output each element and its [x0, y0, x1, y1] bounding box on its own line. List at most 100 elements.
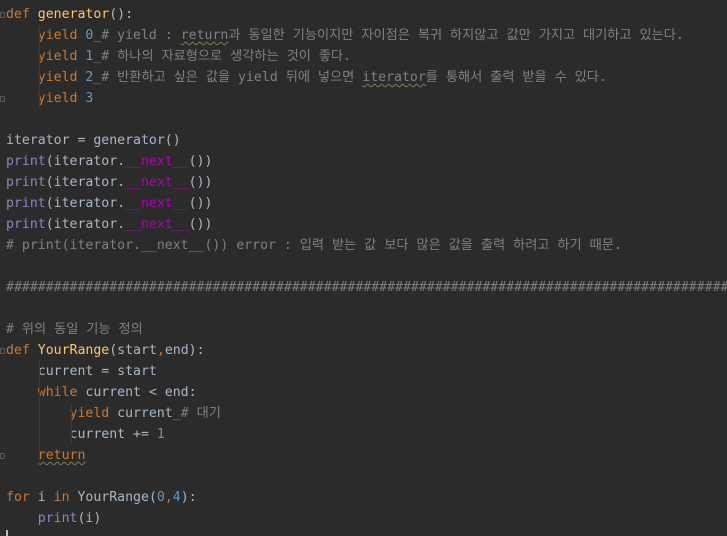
fold-marker-icon[interactable] [0, 453, 5, 459]
code-token: __next__ [125, 196, 189, 211]
code-token: print [6, 196, 46, 211]
code-token: current [117, 406, 173, 421]
code-token: 를 통해서 출력 받을 수 있다. [425, 70, 607, 85]
fold-marker-icon[interactable] [0, 96, 5, 102]
fold-marker-icon[interactable] [0, 348, 5, 354]
code-line[interactable]: print(iterator.__next__()) [6, 172, 727, 193]
code-token: return [180, 28, 229, 43]
code-token: ()) [188, 154, 213, 169]
code-editor[interactable]: def generator(): yield 0_# yield : retur… [0, 0, 727, 536]
code-token: yield [37, 91, 86, 106]
code-token: yield [37, 49, 86, 64]
code-token: , [156, 343, 165, 358]
indent-guide [71, 403, 72, 445]
code-token: YourRange( [77, 490, 157, 505]
code-line[interactable]: # print(iterator.__next__()) error : 입력 … [6, 235, 727, 256]
code-token: __next__ [125, 175, 189, 190]
code-token: _# yield : [93, 28, 181, 43]
code-token: 0 [156, 490, 165, 505]
code-token: iterator = generator() [6, 133, 181, 148]
code-token: ()) [188, 196, 213, 211]
code-token: def [6, 7, 38, 22]
code-token: (iterator. [45, 217, 126, 232]
code-token: (): [109, 7, 134, 22]
code-token: YourRange [37, 343, 110, 358]
code-token: _# 대기 [172, 406, 221, 421]
code-token: 4 [172, 490, 181, 505]
code-token: (iterator. [45, 196, 126, 211]
code-line[interactable]: iterator = generator() [6, 130, 727, 151]
code-line[interactable]: def YourRange(start,end): [6, 340, 727, 361]
code-token: , [164, 490, 173, 505]
code-line[interactable] [6, 256, 727, 277]
code-token: (start [109, 343, 157, 358]
code-token: (iterator. [45, 175, 126, 190]
code-token: in [53, 490, 78, 505]
code-token: _# 하나의 자료형으로 생각하는 것이 좋다. [93, 49, 351, 64]
code-token: 과 동일한 기능이지만 자이점은 복귀 하지않고 값만 가지고 대기하고 있는다… [228, 28, 684, 43]
code-token: # print(iterator.__next__()) error : 입력 … [6, 238, 622, 253]
code-line[interactable]: print(iterator.__next__()) [6, 214, 727, 235]
code-token: current += [6, 427, 157, 442]
code-line[interactable]: current += 1 [6, 424, 727, 445]
code-token: current = start [6, 364, 157, 379]
code-line[interactable]: yield 2_# 반환하고 싶은 값을 yield 뒤에 넣으면 iterat… [6, 67, 727, 88]
code-line[interactable]: yield 0_# yield : return과 동일한 기능이지만 자이점은… [6, 25, 727, 46]
code-token: return [37, 448, 86, 463]
indent-guide [39, 361, 40, 466]
code-token: print [6, 154, 46, 169]
code-line[interactable]: ########################################… [6, 277, 727, 298]
code-line[interactable]: print(iterator.__next__()) [6, 151, 727, 172]
text-caret [6, 530, 8, 536]
code-token: 3 [85, 91, 94, 106]
code-line[interactable]: return [6, 445, 727, 466]
code-token: ########################################… [6, 280, 727, 295]
code-token: yield [37, 70, 86, 85]
code-token: current < end: [85, 385, 197, 400]
code-token: yield [37, 28, 86, 43]
code-token: ): [180, 490, 197, 505]
code-line[interactable]: yield 3 [6, 88, 727, 109]
code-line[interactable]: # 위의 동일 기능 정의 [6, 319, 727, 340]
code-token: ()) [188, 175, 213, 190]
code-token: (i) [77, 511, 102, 526]
code-token: while [37, 385, 86, 400]
code-line[interactable] [6, 298, 727, 319]
code-token: ()) [188, 217, 213, 232]
code-line[interactable]: print(iterator.__next__()) [6, 193, 727, 214]
code-line[interactable]: yield 1_# 하나의 자료형으로 생각하는 것이 좋다. [6, 46, 727, 67]
indent-guide [39, 25, 40, 109]
code-token: (iterator. [45, 154, 126, 169]
code-line[interactable]: while current < end: [6, 382, 727, 403]
fold-marker-icon[interactable] [0, 12, 5, 18]
code-line[interactable]: current = start [6, 361, 727, 382]
code-token: yield [69, 406, 118, 421]
code-line[interactable] [6, 109, 727, 130]
code-token: end): [164, 343, 205, 358]
code-token: i [37, 490, 54, 505]
code-token: def [6, 343, 38, 358]
code-token: __next__ [125, 154, 189, 169]
code-token: print [6, 217, 46, 232]
code-line[interactable] [6, 466, 727, 487]
code-token: _# 반환하고 싶은 값을 yield 뒤에 넣으면 [93, 70, 363, 85]
code-line[interactable]: for i in YourRange(0,4): [6, 487, 727, 508]
code-line[interactable]: yield current_# 대기 [6, 403, 727, 424]
code-line[interactable]: print(i) [6, 508, 727, 529]
code-token: print [6, 175, 46, 190]
code-token: iterator [362, 70, 426, 85]
code-token: for [6, 490, 38, 505]
code-token: __next__ [125, 217, 189, 232]
code-token: 1 [156, 427, 165, 442]
code-line[interactable]: def generator(): [6, 4, 727, 25]
code-token: # 위의 동일 기능 정의 [6, 322, 143, 337]
code-token: print [37, 511, 78, 526]
